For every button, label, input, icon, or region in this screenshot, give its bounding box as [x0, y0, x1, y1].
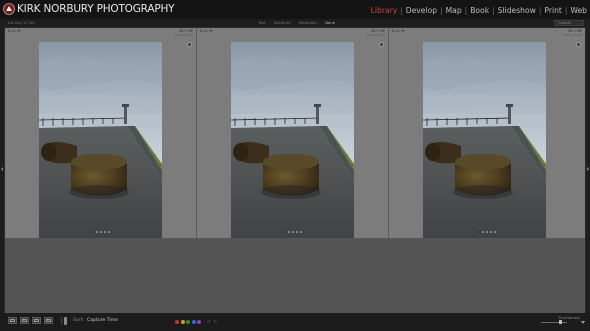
- cell-header: 6.21 fit 36.1 MP 3456 x 5184: [197, 28, 388, 39]
- color-label-yellow[interactable]: [180, 320, 185, 324]
- rating-dot[interactable]: [107, 231, 110, 233]
- cell-dimensions: 3456 x 5184: [174, 33, 193, 37]
- module-separator: |: [564, 6, 568, 15]
- module-slideshow[interactable]: Slideshow: [498, 6, 536, 16]
- filter-metadata[interactable]: Metadata: [299, 20, 317, 25]
- sort-label: Sort:: [73, 318, 84, 323]
- module-develop[interactable]: Develop: [406, 6, 437, 16]
- rating-dots[interactable]: [389, 231, 585, 233]
- slider-knob[interactable]: [559, 320, 562, 324]
- module-separator: |: [400, 6, 403, 15]
- cell-filename: 6.21 fit: [200, 29, 213, 33]
- cell-filename: 6.21 fit: [392, 29, 405, 33]
- painter-spray-icon[interactable]: [64, 317, 67, 325]
- pier-bollard-photo: [39, 42, 162, 254]
- expand-right-arrow-icon[interactable]: [587, 167, 589, 171]
- module-separator: |: [538, 6, 542, 15]
- module-separator: |: [440, 6, 443, 15]
- module-separator: |: [464, 6, 468, 15]
- library-filter-bar: Lib Acq 17 sfn Text Attribute Metadata N…: [0, 19, 590, 27]
- grid-view-button[interactable]: [8, 317, 17, 324]
- rating-dots[interactable]: [5, 231, 196, 233]
- cell-filename: 6.21 fit: [8, 29, 21, 33]
- filter-tabs: Text Attribute Metadata None: [258, 20, 342, 25]
- module-picker: Library | Develop | Map | Book | Slideshow | Print…: [371, 6, 587, 16]
- rating-dot[interactable]: [490, 231, 492, 233]
- right-panel-collapsed[interactable]: [586, 27, 590, 313]
- rating-dot[interactable]: [299, 231, 302, 233]
- filter-none[interactable]: None: [325, 20, 335, 25]
- library-toolbar: Sort: Capture Time ↺ ↻ Thumbnails: [0, 313, 590, 331]
- module-print[interactable]: Print: [544, 6, 561, 16]
- rating-dot[interactable]: [494, 231, 496, 233]
- filter-attribute[interactable]: Attribute: [274, 20, 291, 25]
- color-label-filters: [175, 320, 203, 324]
- rating-dot[interactable]: [99, 231, 102, 233]
- toolbar-menu-arrow-icon[interactable]: [581, 321, 585, 324]
- photo-thumbnail[interactable]: [39, 42, 162, 254]
- grid-empty-area: [5, 238, 585, 313]
- cell-dimensions: 3456 x 5184: [366, 33, 385, 37]
- color-label-blue[interactable]: [191, 320, 196, 324]
- color-label-purple[interactable]: [197, 320, 201, 324]
- photo-thumbnail[interactable]: [231, 42, 354, 254]
- cell-header: 6.21 fit 36.1 MP 3456 x 5184: [389, 28, 585, 39]
- rating-dot[interactable]: [103, 231, 106, 233]
- rating-dots[interactable]: [197, 231, 388, 233]
- rotate-icons[interactable]: ↺ ↻: [207, 319, 218, 324]
- badge-icon[interactable]: [379, 42, 384, 47]
- rating-dot[interactable]: [482, 231, 484, 233]
- identity-plate-logo-icon: [3, 3, 15, 15]
- filter-text[interactable]: Text: [258, 20, 266, 25]
- rating-dot[interactable]: [95, 231, 98, 233]
- module-book[interactable]: Book: [470, 6, 489, 16]
- compare-view-button[interactable]: [32, 317, 41, 324]
- color-label-red[interactable]: [175, 320, 179, 324]
- toolbar-divider: [61, 317, 62, 325]
- module-library[interactable]: Library: [371, 6, 398, 16]
- filter-preset-dropdown[interactable]: Custom: [554, 20, 584, 26]
- identity-plate: KIRK NORBURY PHOTOGRAPHY: [17, 3, 175, 15]
- grid-cell[interactable]: 6.21 fit 36.1 MP 3456 x 5184: [389, 28, 585, 254]
- pier-bollard-photo: [423, 42, 546, 254]
- module-separator: |: [492, 6, 495, 15]
- cell-dimensions: 3456 x 5184: [563, 33, 582, 37]
- loupe-view-button[interactable]: [20, 317, 29, 324]
- pier-bollard-photo: [231, 42, 354, 254]
- module-map[interactable]: Map: [446, 6, 462, 16]
- rating-dot[interactable]: [287, 231, 290, 233]
- thumbnail-grid: 6.21 fit 36.1 MP 3456 x 5184 6.21 fit 36…: [5, 28, 585, 254]
- rating-dot[interactable]: [486, 231, 488, 233]
- expand-left-arrow-icon[interactable]: [1, 167, 3, 171]
- top-bar: KIRK NORBURY PHOTOGRAPHY Library | Develop…: [0, 0, 590, 19]
- rating-dot[interactable]: [283, 231, 286, 233]
- rating-dot[interactable]: [291, 231, 294, 233]
- color-label-green[interactable]: [186, 320, 190, 324]
- grid-cell[interactable]: 6.21 fit 36.1 MP 3456 x 5184: [5, 28, 197, 254]
- module-web[interactable]: Web: [570, 6, 587, 16]
- thumbnail-size-slider[interactable]: [541, 320, 567, 324]
- rating-dot[interactable]: [478, 231, 480, 233]
- grid-cell[interactable]: 6.21 fit 36.1 MP 3456 x 5184: [197, 28, 389, 254]
- sort-dropdown[interactable]: Capture Time: [87, 318, 118, 323]
- badge-icon[interactable]: [187, 42, 192, 47]
- photo-thumbnail[interactable]: [423, 42, 546, 254]
- badge-icon[interactable]: [576, 42, 581, 47]
- folder-path: Lib Acq 17 sfn: [8, 20, 35, 25]
- left-panel-collapsed[interactable]: [0, 27, 4, 313]
- rating-dot[interactable]: [295, 231, 298, 233]
- cell-header: 6.21 fit 36.1 MP 3456 x 5184: [5, 28, 196, 39]
- rating-dot[interactable]: [91, 231, 94, 233]
- survey-view-button[interactable]: [44, 317, 53, 324]
